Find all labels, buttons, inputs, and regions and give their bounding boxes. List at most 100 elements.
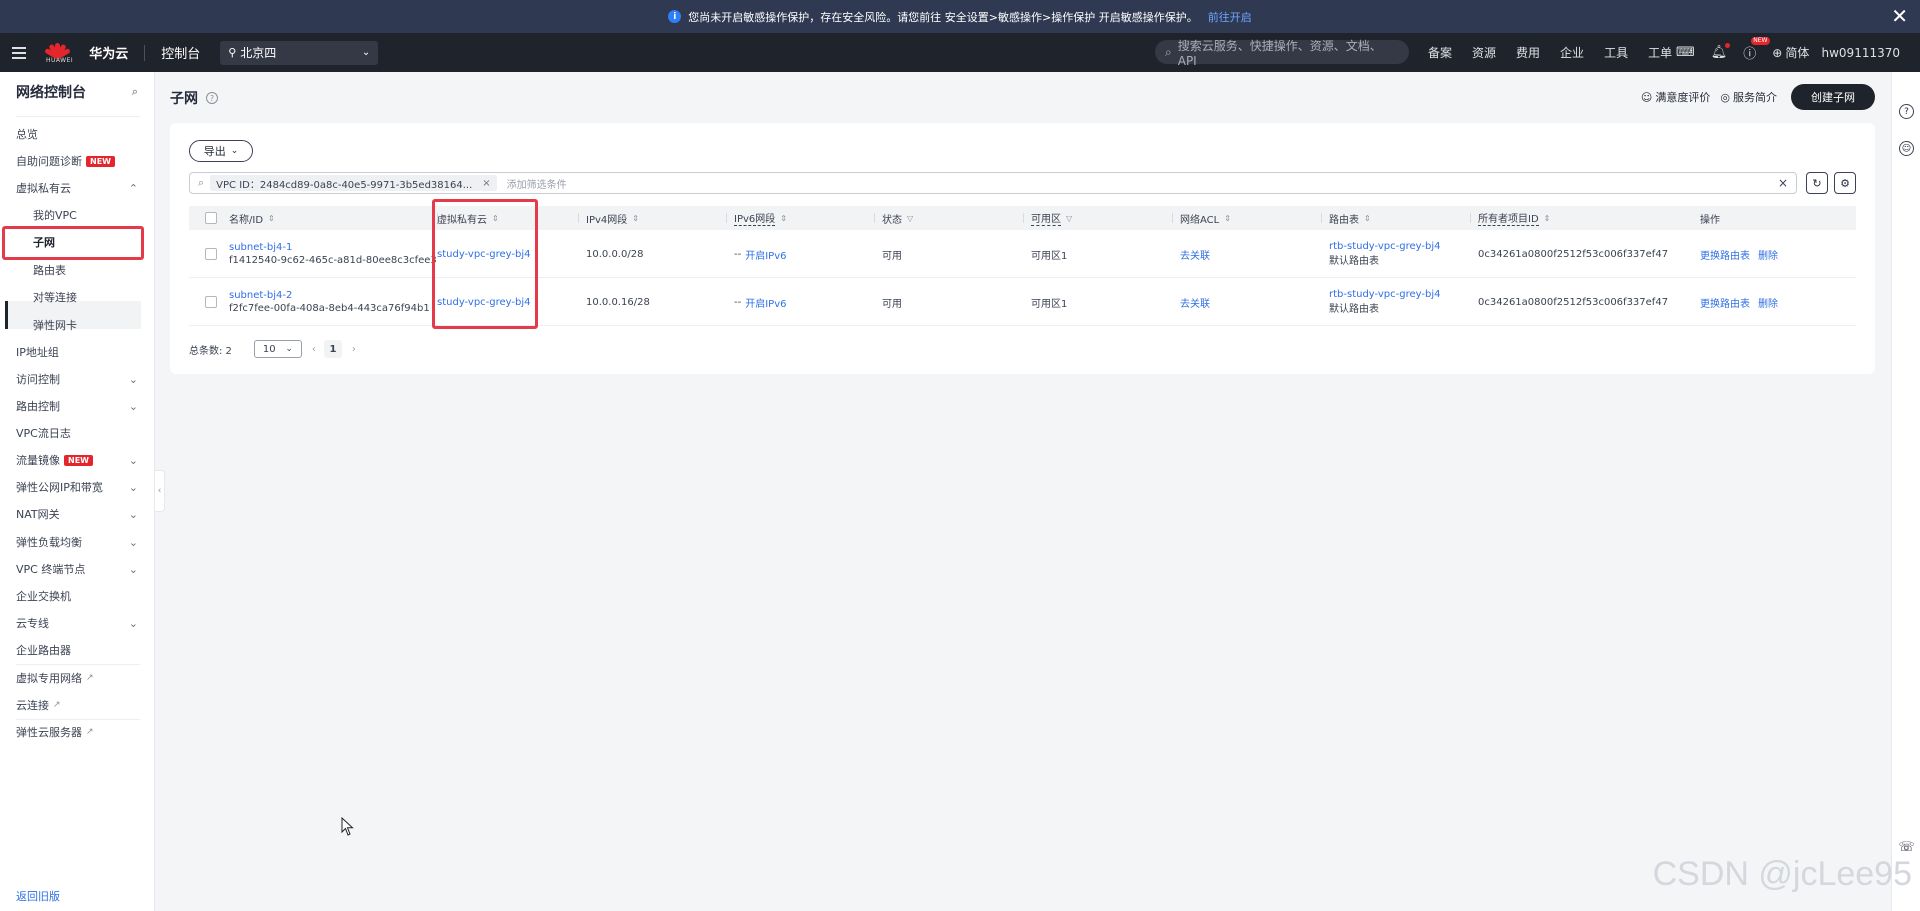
sidebar-item-peering[interactable]: 对等连接 [33, 287, 138, 307]
az-text: 可用区1 [1031, 250, 1068, 262]
change-route-table-link[interactable]: 更换路由表 [1700, 247, 1750, 262]
nav-enterprise[interactable]: 企业 [1560, 44, 1584, 61]
vpc-column-highlight-box [432, 199, 538, 329]
col-az[interactable]: 可用区 ▽ [1031, 206, 1072, 230]
sidebar-item-ecs[interactable]: 弹性云服务器 ↗ [16, 722, 138, 742]
sidebar-item-ip-group[interactable]: IP地址组 [16, 342, 138, 362]
create-subnet-button[interactable]: 创建子网 [1791, 84, 1875, 110]
sidebar-item-route-control[interactable]: 路由控制 ⌄ [16, 396, 138, 416]
subnet-name-link[interactable]: subnet-bj4-1 [229, 242, 437, 253]
row-checkbox[interactable] [205, 278, 217, 326]
col-status[interactable]: 状态 ▽ [882, 206, 913, 230]
sidebar-collapse-icon[interactable]: ‹ [155, 470, 165, 512]
sidebar-item-vpn[interactable]: 虚拟专用网络 ↗ [16, 668, 138, 688]
sidebar-item-eip[interactable]: 弹性公网IP和带宽 ⌄ [16, 477, 138, 497]
refresh-button[interactable]: ↻ [1806, 172, 1828, 194]
sidebar-item-my-vpc[interactable]: 我的VPC [33, 205, 138, 225]
filter-icon[interactable]: ▽ [907, 214, 913, 223]
console-link[interactable]: 控制台 [161, 43, 200, 62]
sidebar-item-dc[interactable]: 云专线 ⌄ [16, 613, 138, 633]
select-all-checkbox[interactable] [205, 206, 217, 230]
sidebar-item-route-table[interactable]: 路由表 [33, 260, 138, 280]
sort-icon[interactable]: ⇕ [1224, 214, 1231, 223]
sidebar-item-traffic-mirror[interactable]: 流量镜像 NEW ⌄ [16, 450, 138, 470]
banner-enable-link[interactable]: 前往开启 [1208, 9, 1252, 25]
sidebar-item-vpcep[interactable]: VPC 终端节点 ⌄ [16, 559, 138, 579]
acl-associate-link[interactable]: 去关联 [1180, 295, 1210, 310]
sidebar-item-esw[interactable]: 企业交换机 [16, 586, 138, 606]
global-search-input[interactable]: ⌕ 搜索云服务、快捷操作、资源、文档、API [1155, 39, 1409, 68]
col-ipv4[interactable]: IPv4网段 ⇕ [586, 206, 639, 230]
language-switch[interactable]: ⊕ 简体 [1772, 44, 1809, 61]
nav-tickets[interactable]: 工单 [1648, 44, 1672, 61]
total-count: 总条数: 2 [189, 345, 232, 357]
prev-page-icon[interactable]: ‹ [312, 344, 316, 355]
sidebar-item-cc[interactable]: 云连接 ↗ [16, 695, 138, 715]
question-icon[interactable]: ? [206, 92, 218, 104]
nav-resources[interactable]: 资源 [1472, 44, 1496, 61]
banner-close-icon[interactable]: ✕ [1891, 4, 1908, 28]
sidebar-item-nat[interactable]: NAT网关 ⌄ [16, 504, 138, 524]
enable-ipv6-link[interactable]: 开启IPv6 [745, 295, 786, 310]
user-account[interactable]: hw09111370 [1822, 33, 1901, 72]
enable-ipv6-link[interactable]: 开启IPv6 [745, 247, 786, 262]
sidebar-item-flow-log[interactable]: VPC流日志 [16, 423, 138, 443]
row-checkbox[interactable] [205, 230, 217, 278]
bell-icon[interactable]: 🔔︎ [1711, 43, 1731, 60]
route-table-link[interactable]: rtb-study-vpc-grey-bj4 [1329, 289, 1441, 300]
huawei-logo[interactable]: HUAWEI [44, 41, 73, 64]
acl-associate-link[interactable]: 去关联 [1180, 247, 1210, 262]
next-page-icon[interactable]: › [352, 344, 356, 355]
nav-filing[interactable]: 备案 [1428, 44, 1452, 61]
col-owner[interactable]: 所有者项目ID ⇕ [1478, 206, 1550, 230]
service-intro-button[interactable]: ◎ 服务简介 [1720, 89, 1777, 105]
help-circle-icon[interactable]: ? [1899, 104, 1914, 119]
ipv6-empty: -- [734, 248, 742, 260]
chevron-down-icon: ⌄ [128, 535, 138, 549]
col-route-table[interactable]: 路由表 ⇕ [1329, 206, 1371, 230]
back-to-old-version-link[interactable]: 返回旧版 [16, 888, 60, 904]
delete-link[interactable]: 删除 [1758, 247, 1778, 262]
sort-icon[interactable]: ⇕ [1544, 214, 1551, 223]
sidebar-item-elb[interactable]: 弹性负载均衡 ⌄ [16, 532, 138, 552]
menu-icon[interactable] [12, 46, 28, 59]
sidebar-item-eni[interactable]: 弹性网卡 [33, 315, 138, 335]
pagination: 总条数: 2 10 ⌄ ‹ 1 › [189, 340, 356, 358]
sidebar-item-er[interactable]: 企业路由器 [16, 640, 138, 660]
sidebar-item-diagnosis[interactable]: 自助问题诊断 NEW [16, 151, 138, 171]
headset-icon[interactable]: ☏ [1898, 840, 1914, 855]
sidebar-item-vpc[interactable]: 虚拟私有云 ⌃ [16, 178, 138, 198]
sidebar-search-icon[interactable]: ⌕ [132, 85, 138, 99]
subnet-name-link[interactable]: subnet-bj4-2 [229, 290, 430, 301]
nav-billing[interactable]: 费用 [1516, 44, 1540, 61]
chip-close-icon[interactable]: × [482, 178, 490, 189]
sidebar-item-access-control[interactable]: 访问控制 ⌄ [16, 369, 138, 389]
help-icon[interactable]: ⓘ NEW [1743, 37, 1770, 62]
delete-link[interactable]: 删除 [1758, 295, 1778, 310]
sort-icon[interactable]: ⇕ [780, 214, 787, 223]
export-button[interactable]: 导出 ⌄ [189, 140, 253, 162]
terminal-icon[interactable]: ⌨ [1676, 45, 1695, 60]
settings-button[interactable]: ⚙ [1834, 172, 1856, 194]
brand-name[interactable]: 华为云 [89, 43, 128, 62]
sort-icon[interactable]: ⇕ [1364, 214, 1371, 223]
nav-tools[interactable]: 工具 [1604, 44, 1628, 61]
feedback-face-icon[interactable]: ☺ [1899, 141, 1914, 156]
filter-input[interactable]: ⌕ VPC ID：2484cd89-0a8c-40e5-9971-3b5ed38… [189, 172, 1797, 194]
filter-icon[interactable]: ▽ [1066, 214, 1072, 223]
col-name[interactable]: 名称/ID ⇕ [229, 206, 275, 230]
sort-icon[interactable]: ⇕ [632, 214, 639, 223]
feedback-button[interactable]: ☺ 满意度评价 [1641, 89, 1710, 105]
sidebar-item-overview[interactable]: 总览 [16, 124, 138, 144]
status-text: 可用 [882, 298, 902, 310]
page-number[interactable]: 1 [323, 340, 342, 358]
region-selector[interactable]: ⚲ 北京四 ⌄ [220, 40, 379, 65]
col-acl[interactable]: 网络ACL ⇕ [1180, 206, 1231, 230]
col-ipv6[interactable]: IPv6网段 ⇕ [734, 206, 787, 230]
clear-filter-icon[interactable]: × [1778, 176, 1788, 190]
chevron-down-icon: ⌄ [128, 507, 138, 521]
change-route-table-link[interactable]: 更换路由表 [1700, 295, 1750, 310]
page-size-select[interactable]: 10 ⌄ [253, 340, 302, 358]
route-table-link[interactable]: rtb-study-vpc-grey-bj4 [1329, 241, 1441, 252]
sort-icon[interactable]: ⇕ [268, 214, 275, 223]
